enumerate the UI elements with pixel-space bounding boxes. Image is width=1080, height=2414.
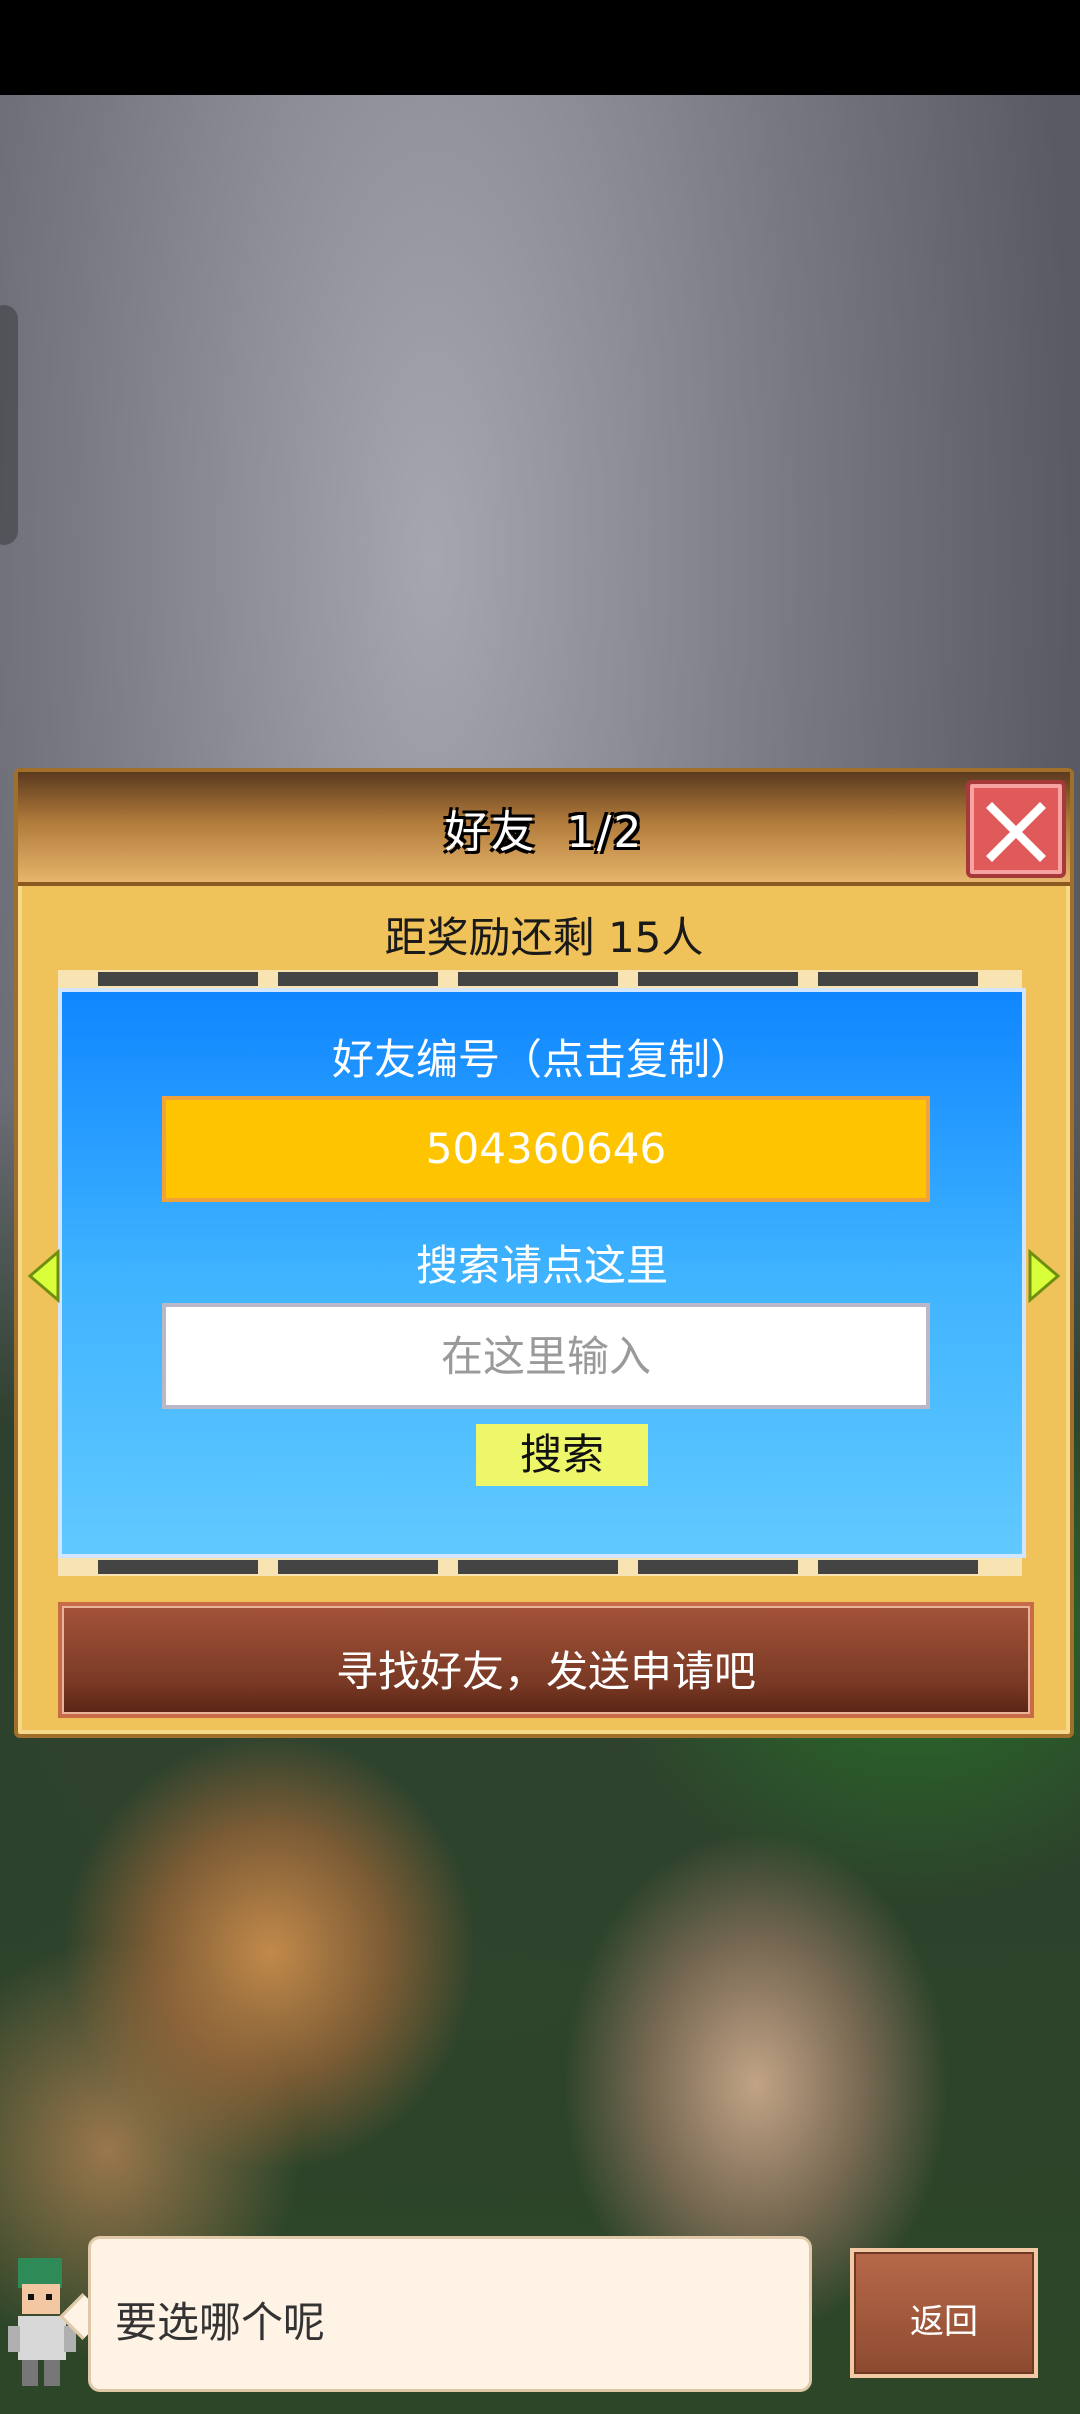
- tab-marker: [278, 972, 438, 986]
- tab-strip-top: [58, 970, 1022, 988]
- side-drawer-handle[interactable]: [0, 305, 18, 545]
- tab-marker: [638, 1560, 798, 1574]
- status-bar-area: [0, 0, 1080, 95]
- close-icon: [986, 802, 1046, 862]
- friend-id-copy-button[interactable]: 504360646: [162, 1096, 930, 1202]
- tab-strip-bottom: [58, 1558, 1022, 1576]
- speech-text: 要选哪个呢: [115, 2298, 326, 2347]
- tab-marker: [818, 972, 978, 986]
- close-button[interactable]: [966, 780, 1066, 878]
- dialog-title-text: 好友: [444, 807, 537, 858]
- tab-marker: [458, 972, 618, 986]
- speech-bubble: 要选哪个呢: [88, 2236, 812, 2392]
- arrow-left-icon: [27, 1248, 60, 1304]
- tab-marker: [818, 1560, 978, 1574]
- tab-marker: [458, 1560, 618, 1574]
- friend-panel: 好友编号（点击复制） 504360646 搜索请点这里 搜索: [58, 988, 1026, 1558]
- friend-id-label: 好友编号（点击复制）: [331, 1035, 752, 1084]
- search-button[interactable]: 搜索: [476, 1424, 648, 1486]
- find-friends-banner[interactable]: 寻找好友，发送申请吧: [58, 1602, 1034, 1718]
- tab-marker: [98, 972, 258, 986]
- dialog-header: 好友 1/2: [18, 772, 1070, 886]
- arrow-right-icon: [1028, 1248, 1061, 1304]
- tab-marker: [98, 1560, 258, 1574]
- tab-marker: [278, 1560, 438, 1574]
- dialog-title: 好友 1/2: [18, 796, 1070, 860]
- tab-marker: [638, 972, 798, 986]
- friend-id-value: 504360646: [425, 1124, 667, 1173]
- friends-dialog: 好友 1/2 距奖励还剩 15人 好友编号（点击复制） 504360646 搜索请…: [14, 768, 1074, 1738]
- next-page-button[interactable]: [1024, 1248, 1064, 1304]
- banner-text: 寻找好友，发送申请吧: [335, 1647, 756, 1696]
- search-input[interactable]: [162, 1303, 930, 1409]
- page-indicator: 1/2: [566, 807, 644, 858]
- screen: 好友 1/2 距奖励还剩 15人 好友编号（点击复制） 504360646 搜索请…: [0, 0, 1080, 2414]
- search-label: 搜索请点这里: [415, 1241, 668, 1290]
- back-button-label: 返回: [910, 2302, 978, 2342]
- prev-page-button[interactable]: [24, 1248, 64, 1304]
- back-button[interactable]: 返回: [850, 2248, 1038, 2378]
- reward-info: 距奖励还剩 15人: [384, 913, 704, 962]
